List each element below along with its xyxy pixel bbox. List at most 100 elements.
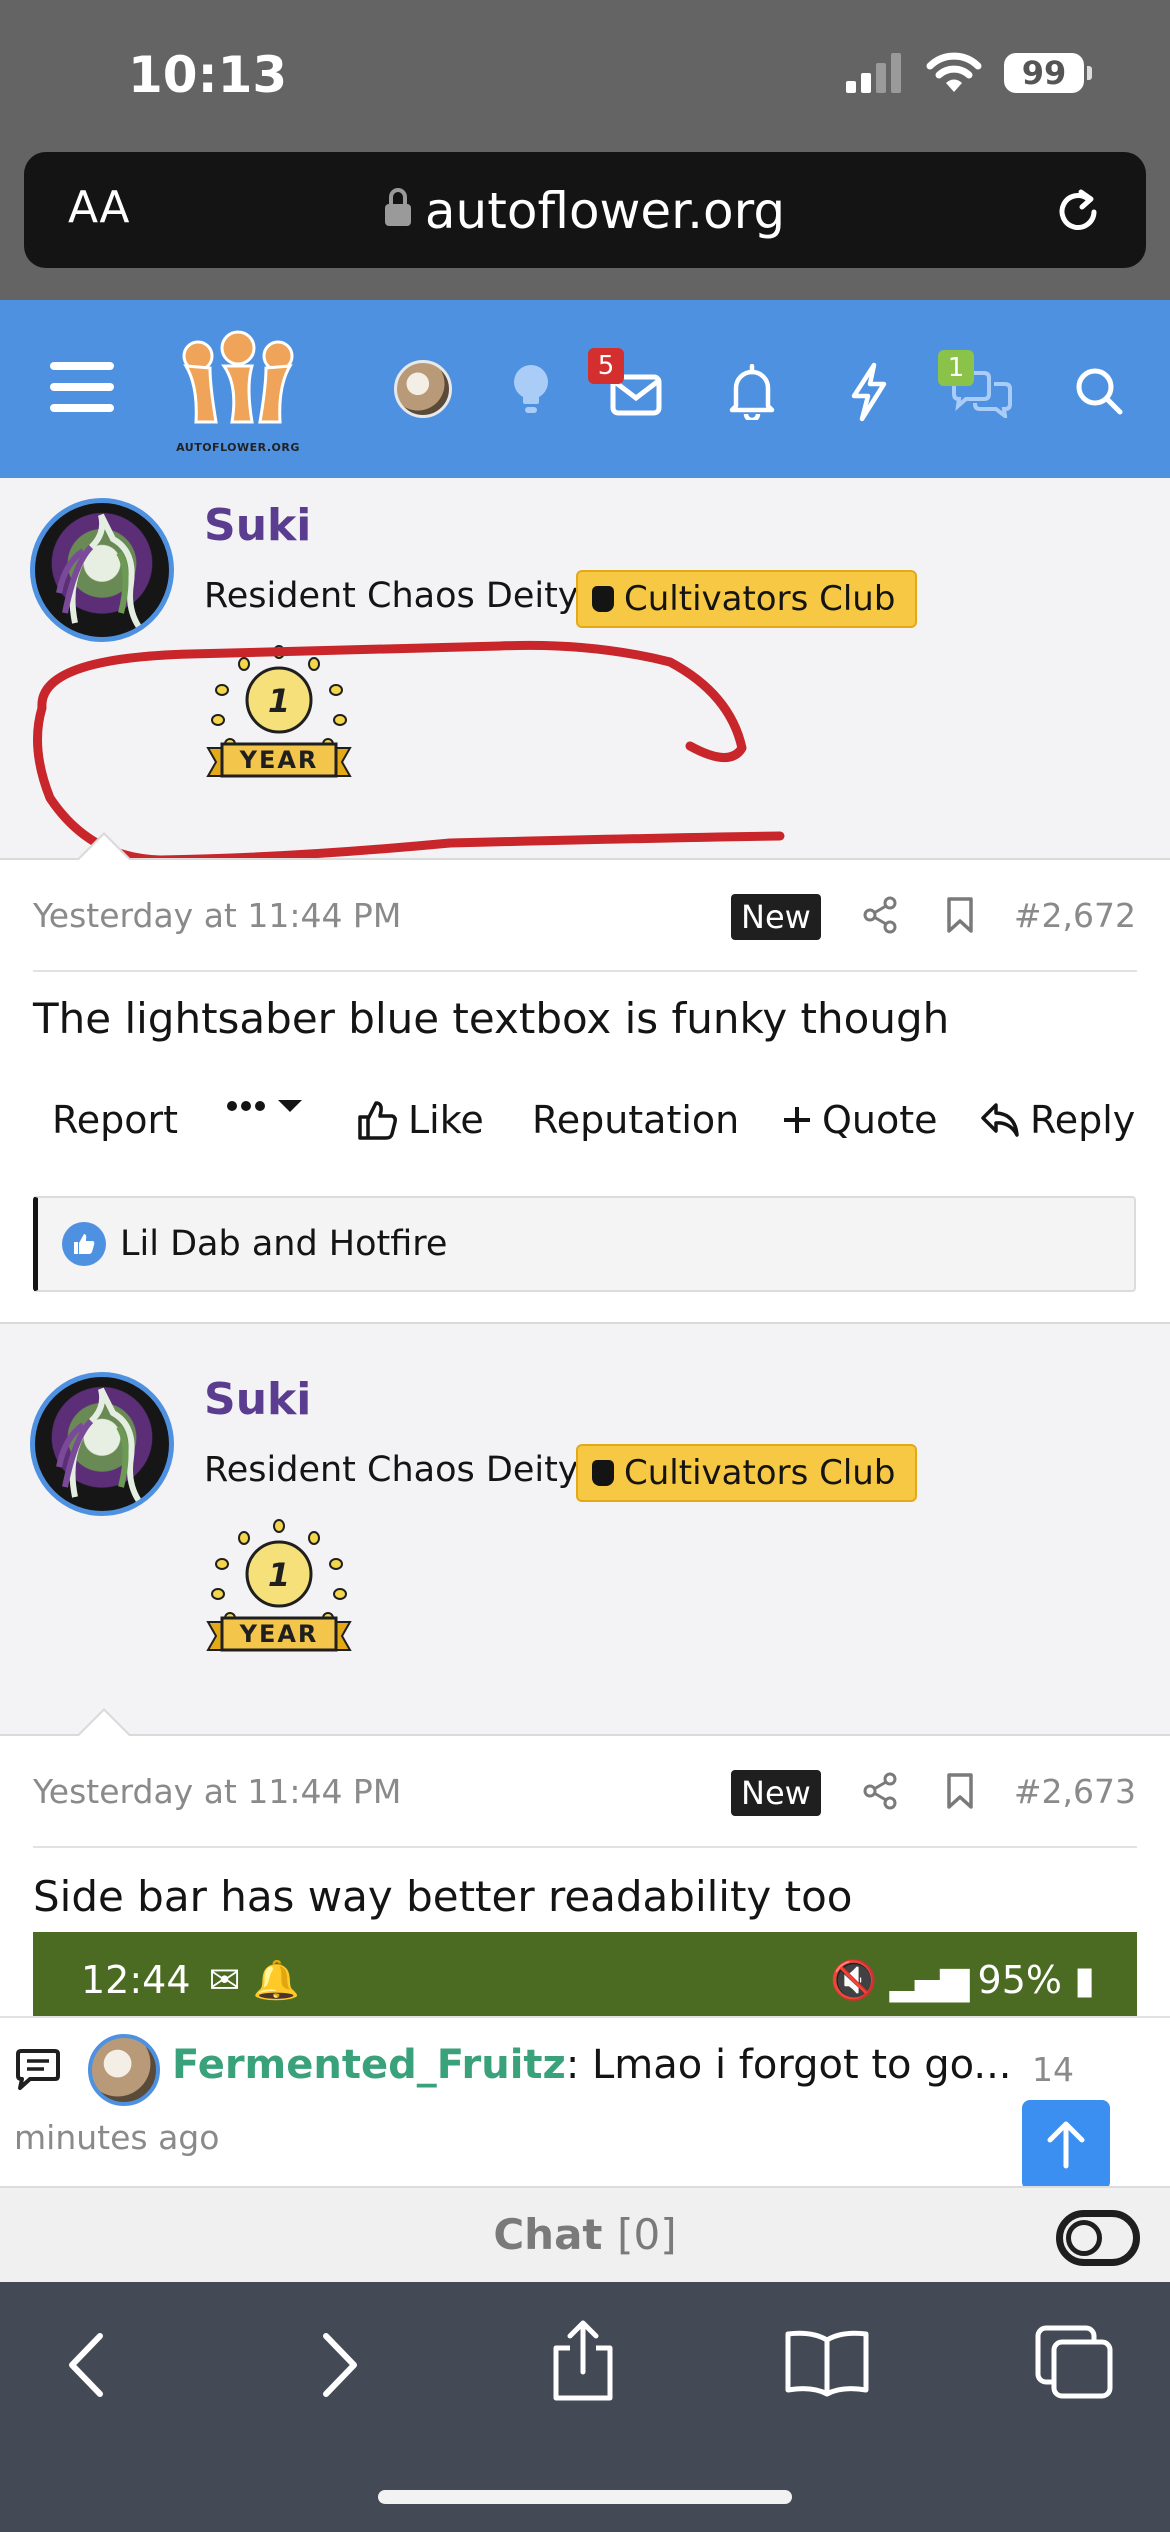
reply-arrow-icon [981,1103,1019,1137]
chat-time-part2: minutes ago [14,2118,220,2157]
url-text: autoflower.org [424,182,786,240]
chat-time-part1: 14 [1032,2050,1074,2089]
reactions-bar[interactable]: Lil Dab and Hotfire [33,1196,1136,1292]
cellular-signal-icon [846,53,901,93]
fist-icon [592,586,614,612]
plus-icon [784,1107,810,1133]
address-bar[interactable]: AA autoflower.org [24,152,1146,268]
club-badge[interactable]: Cultivators Club [576,570,918,628]
caret-down-icon [278,1100,302,1112]
mute-icon: 🔇 [830,1958,878,2002]
post-author-name[interactable]: Suki [204,500,311,551]
tabs-icon[interactable] [1034,2324,1114,2400]
one-year-badge-icon: 1 YEAR [206,1519,352,1652]
scroll-to-top-button[interactable] [1022,2100,1110,2190]
post-actions: Report Like Reputation Quote Reply [0,1098,1170,1158]
back-icon[interactable] [64,2330,108,2400]
post-author-name[interactable]: Suki [204,1374,311,1425]
reply-label: Reply [1030,1098,1136,1142]
chat-bar-label[interactable]: Chat [0] [0,2210,1170,2259]
new-tag: New [731,1770,821,1816]
bell-icon[interactable] [728,364,776,420]
post-author-avatar[interactable] [30,498,174,642]
embedded-status-time: 12:44 ✉ 🔔 [81,1958,300,2003]
post-number[interactable]: #2,673 [1014,1772,1136,1811]
like-button[interactable]: Like [356,1098,484,1142]
embedded-time-text: 12:44 [81,1958,191,2002]
reputation-button[interactable]: Reputation [532,1098,739,1142]
bookmark-icon[interactable] [946,896,974,934]
url-display[interactable]: autoflower.org [24,182,1146,240]
search-icon[interactable] [1074,366,1124,416]
chat-username[interactable]: Fermented_Fruitz: Lmao i forgot to go... [172,2042,1012,2088]
battery-indicator: 99 [1004,53,1092,93]
post-caret [76,1708,132,1737]
chat-count: [0] [617,2210,677,2259]
conversations-badge: 1 [938,350,974,386]
thumbs-up-icon [358,1101,397,1140]
unicorn-avatar-icon [56,1387,142,1503]
status-time: 10:13 [128,46,288,104]
chat-toggle[interactable] [1056,2210,1140,2266]
year-number: 1 [268,1556,290,1594]
quote-label: Quote [822,1098,938,1142]
post-body: The lightsaber blue textbox is funky tho… [33,994,950,1043]
logo-text: AUTOFLOWER.ORG [176,441,300,454]
site-logo[interactable]: AUTOFLOWER.ORG [176,326,300,456]
post-card: Yesterday at 11:44 PM New #2,673 Side ba… [0,1708,1170,2042]
post-user-block: Suki Resident Chaos Deity Cultivators Cl… [0,1342,1170,1732]
battery-small-icon: ▮ [1074,1958,1095,2002]
new-tag: New [731,894,821,940]
chat-bar[interactable]: Chat [0] [0,2186,1170,2282]
bookmarks-book-icon[interactable] [784,2328,870,2398]
club-label: Cultivators Club [624,579,896,619]
chat-bubble-icon [16,2049,60,2090]
reply-button[interactable]: Reply [980,1098,1135,1142]
like-label: Like [408,1098,484,1142]
mail-icon: ✉ [208,1958,241,2002]
home-indicator[interactable] [378,2490,792,2504]
embedded-status-right: 🔇 ▂▄▆ 95% ▮ [830,1958,1095,2003]
chat-preview[interactable]: Fermented_Fruitz: Lmao i forgot to go...… [0,2016,1170,2186]
report-button[interactable]: Report [52,1098,178,1142]
club-badge[interactable]: Cultivators Club [576,1444,918,1502]
inbox-badge: 5 [588,348,624,384]
lightbulb-icon[interactable] [510,362,552,418]
meta-divider [33,1846,1137,1848]
browser-top-area: 10:13 99 AA autoflower.org [0,0,1170,300]
wifi-icon [926,52,982,92]
logo-crown-icon [182,330,294,424]
more-options-button[interactable] [226,1098,304,1114]
arrow-up-icon [1047,2121,1085,2169]
post-timestamp[interactable]: Yesterday at 11:44 PM [33,896,401,935]
lightning-icon[interactable] [848,362,890,422]
embedded-battery-text: 95% [977,1958,1062,2002]
post-caret [76,832,132,861]
post-body: Side bar has way better readability too [33,1872,853,1921]
user-title: Resident Chaos Deity [204,1450,579,1490]
browser-toolbar [0,2282,1170,2532]
battery-level: 99 [1004,53,1084,93]
meta-divider [33,970,1137,972]
reload-icon[interactable] [1052,186,1104,238]
ellipsis-icon [227,1101,265,1111]
bookmark-icon[interactable] [946,1772,974,1810]
user-avatar[interactable] [394,360,452,418]
share-icon[interactable] [862,896,898,934]
post-author-avatar[interactable] [30,1372,174,1516]
chat-message: : Lmao i forgot to go... [565,2042,1012,2088]
battery-cap [1087,66,1092,80]
year-label: YEAR [239,1620,319,1648]
forward-icon[interactable] [318,2330,362,2400]
share-icon[interactable] [862,1772,898,1810]
fist-icon [592,1460,614,1486]
chat-username-text: Fermented_Fruitz [172,2042,566,2088]
chat-user-avatar[interactable] [88,2034,160,2106]
menu-icon[interactable] [50,362,114,425]
quote-button[interactable]: Quote [782,1098,938,1142]
post-number[interactable]: #2,672 [1014,896,1136,935]
post-card: Yesterday at 11:44 PM New #2,672 The lig… [0,832,1170,1324]
share-sheet-icon[interactable] [548,2318,618,2402]
post-timestamp[interactable]: Yesterday at 11:44 PM [33,1772,401,1811]
red-scribble-annotation [33,640,785,865]
